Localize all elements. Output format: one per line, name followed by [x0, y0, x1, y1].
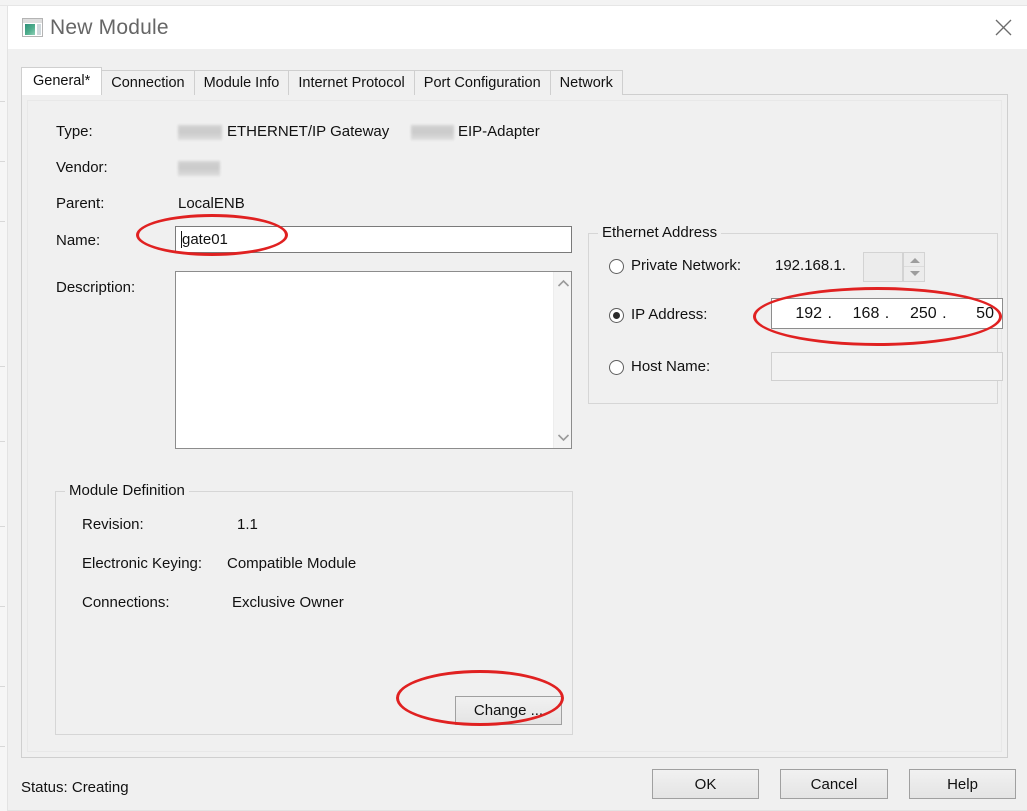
- help-button[interactable]: Help: [909, 769, 1016, 799]
- scroll-down-icon[interactable]: [554, 428, 572, 446]
- type-value-part2: EIP-Adapter: [458, 123, 540, 140]
- tab-network[interactable]: Network: [550, 70, 623, 95]
- private-network-spinner[interactable]: [903, 252, 925, 282]
- general-tab-panel-inner: Type: ETHERNET/IP Gateway EIP-Adapter Ve…: [27, 100, 1002, 752]
- name-label: Name:: [56, 232, 100, 249]
- window-title: New Module: [50, 14, 169, 42]
- vendor-label: Vendor:: [56, 159, 108, 176]
- tab-general[interactable]: General*: [21, 67, 102, 95]
- scroll-up-icon[interactable]: [554, 274, 572, 292]
- screenshot-root: New Module General* Connection Module In…: [0, 0, 1027, 811]
- radio-ip-address[interactable]: [609, 308, 624, 323]
- title-bar: New Module: [8, 6, 1027, 49]
- description-textarea[interactable]: [175, 271, 572, 449]
- module-definition-group-title: Module Definition: [65, 482, 189, 499]
- tab-port-configuration[interactable]: Port Configuration: [414, 70, 551, 95]
- electronic-keying-label: Electronic Keying:: [82, 555, 202, 572]
- general-tab-panel: Type: ETHERNET/IP Gateway EIP-Adapter Ve…: [21, 94, 1008, 758]
- host-name-input[interactable]: [771, 352, 1003, 381]
- ip-octet-4: 50: [952, 305, 994, 323]
- radio-private-network[interactable]: [609, 259, 624, 274]
- name-input-value: gate01: [182, 230, 228, 249]
- module-window-icon: [22, 18, 43, 37]
- tab-connection[interactable]: Connection: [101, 70, 194, 95]
- cancel-button[interactable]: Cancel: [780, 769, 888, 799]
- description-label: Description:: [56, 279, 135, 296]
- parent-label: Parent:: [56, 195, 104, 212]
- ip-octet-1: 192: [780, 305, 822, 323]
- private-network-host-input[interactable]: [863, 252, 903, 282]
- type-label: Type:: [56, 123, 93, 140]
- connections-label: Connections:: [82, 594, 170, 611]
- description-scrollbar[interactable]: [553, 272, 571, 448]
- radio-host-name[interactable]: [609, 360, 624, 375]
- tab-internet-protocol[interactable]: Internet Protocol: [288, 70, 414, 95]
- tab-module-info[interactable]: Module Info: [194, 70, 290, 95]
- ip-address-input[interactable]: 192 . 168 . 250 . 50: [771, 298, 1003, 329]
- ip-octet-3: 250: [895, 305, 937, 323]
- spinner-down-icon[interactable]: [904, 267, 924, 281]
- revision-value: 1.1: [237, 516, 258, 533]
- ip-separator-3: .: [937, 305, 952, 323]
- tab-strip: General* Connection Module Info Internet…: [21, 67, 622, 95]
- background-left-ticks: [0, 46, 5, 786]
- ip-separator-1: .: [822, 305, 837, 323]
- ethernet-address-group: Ethernet Address Private Network: 192.16…: [588, 233, 998, 404]
- ethernet-address-group-title: Ethernet Address: [598, 224, 721, 241]
- close-icon[interactable]: [981, 6, 1027, 48]
- private-network-label: Private Network:: [631, 257, 741, 274]
- ip-separator-2: .: [879, 305, 894, 323]
- name-input[interactable]: gate01: [175, 226, 572, 253]
- vendor-redacted-block: [178, 161, 220, 176]
- ip-address-label: IP Address:: [631, 306, 707, 323]
- new-module-dialog: New Module General* Connection Module In…: [7, 6, 1027, 811]
- type-value-part1: ETHERNET/IP Gateway: [227, 123, 389, 140]
- background-left-strip: [0, 6, 7, 811]
- private-network-prefix: 192.168.1.: [775, 257, 846, 274]
- type-redacted-block-2: [411, 125, 454, 140]
- change-button[interactable]: Change ...: [455, 696, 562, 725]
- type-redacted-block-1: [178, 125, 222, 140]
- spinner-up-icon[interactable]: [904, 253, 924, 267]
- status-bar-text: Status: Creating: [21, 779, 129, 796]
- electronic-keying-value: Compatible Module: [227, 555, 356, 572]
- host-name-label: Host Name:: [631, 358, 710, 375]
- ok-button[interactable]: OK: [652, 769, 759, 799]
- ip-octet-2: 168: [837, 305, 879, 323]
- revision-label: Revision:: [82, 516, 144, 533]
- parent-value: LocalENB: [178, 195, 245, 212]
- connections-value: Exclusive Owner: [232, 594, 344, 611]
